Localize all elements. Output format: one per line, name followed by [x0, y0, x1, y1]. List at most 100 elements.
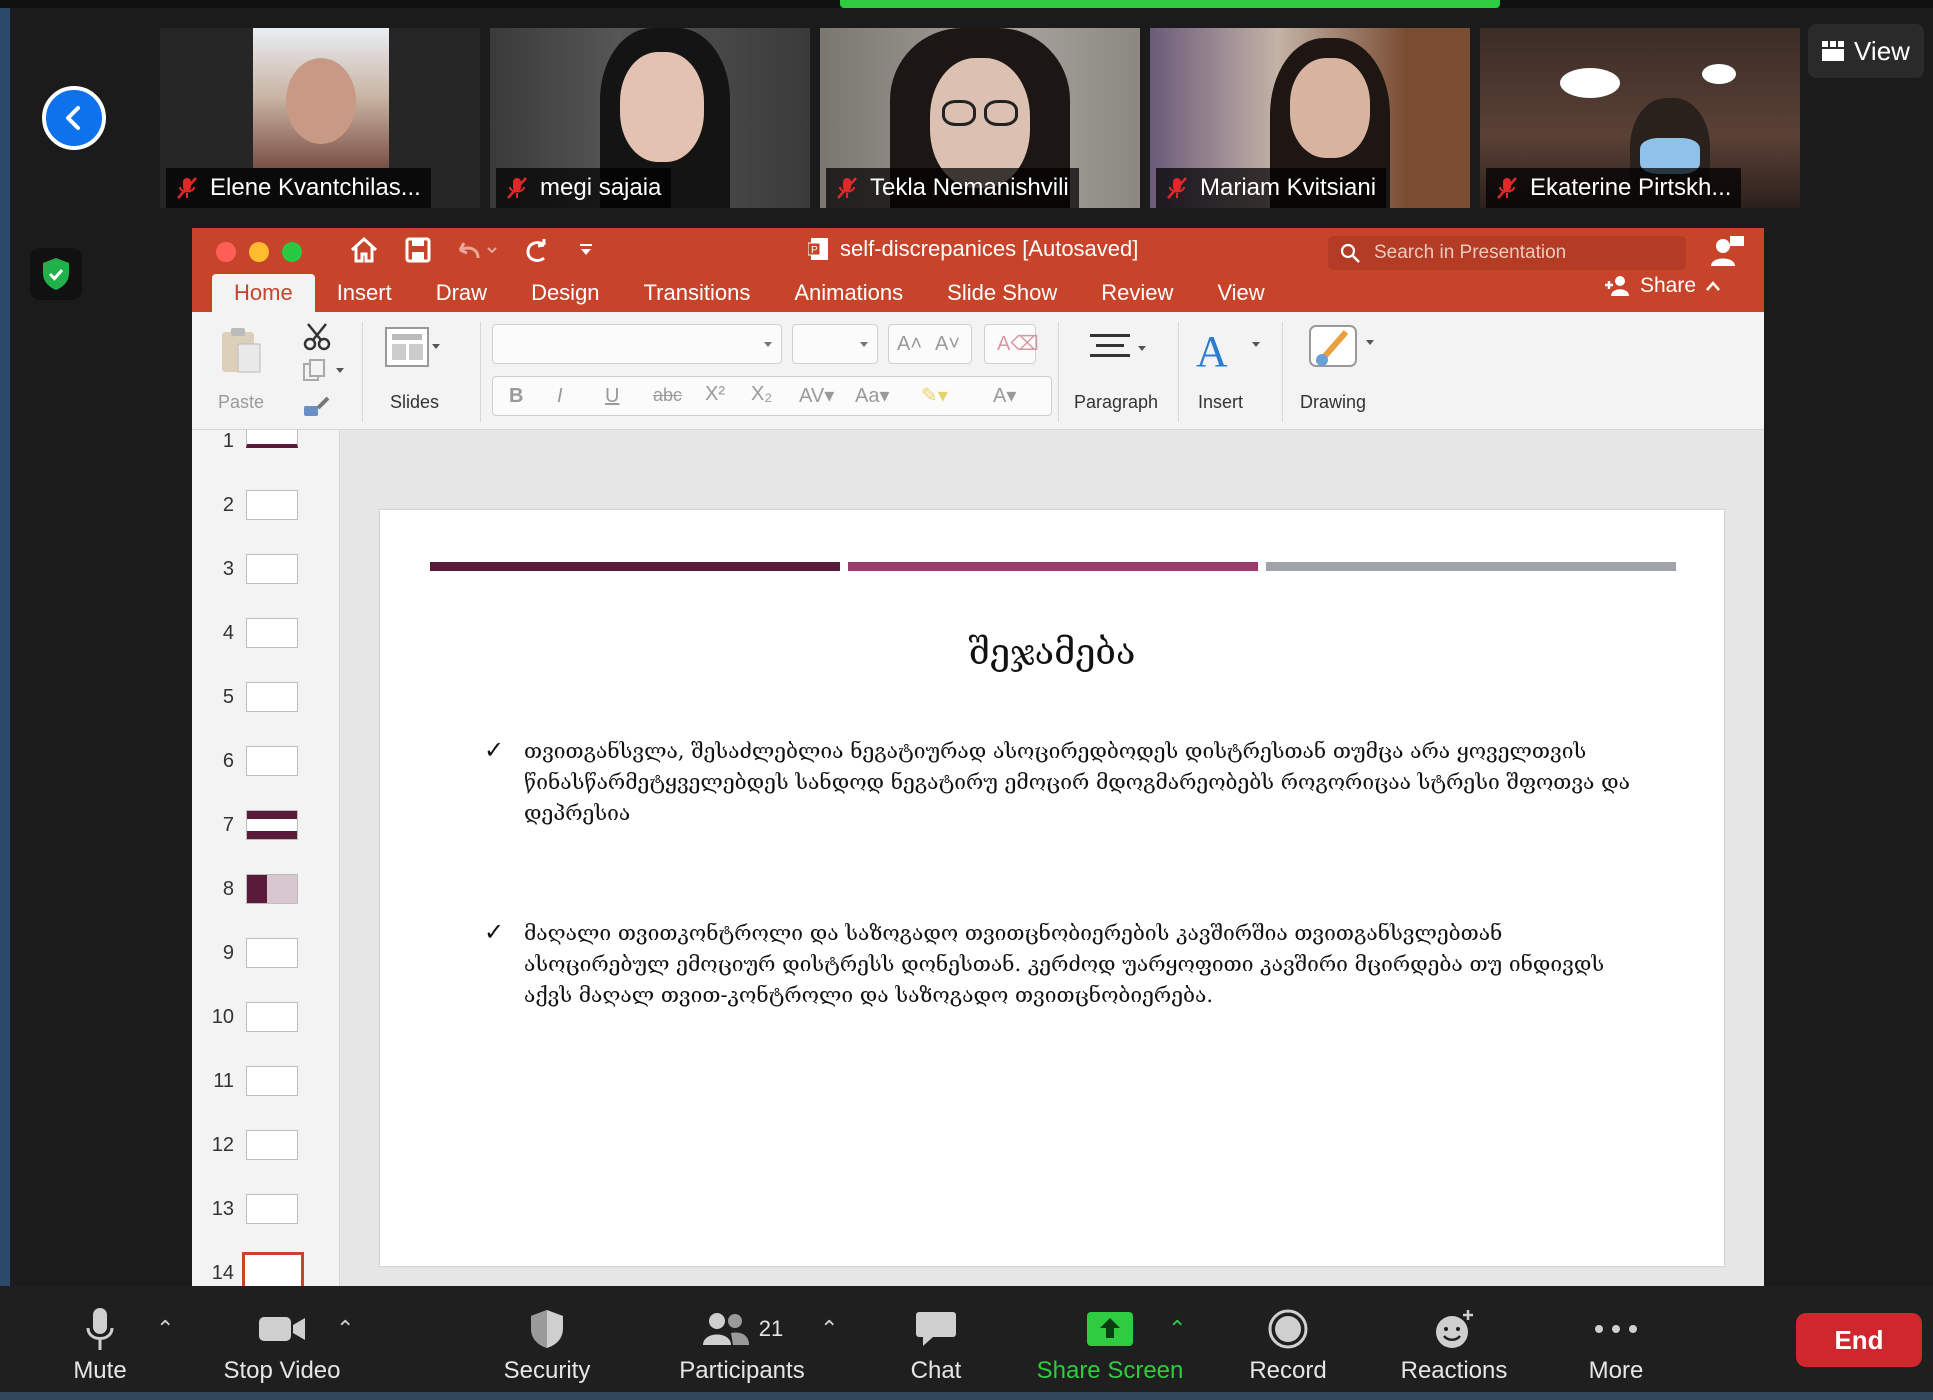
tab-design[interactable]: Design	[509, 274, 621, 312]
chevron-up-icon[interactable]	[1704, 280, 1722, 292]
more-dots-icon	[1595, 1325, 1637, 1333]
slide-canvas[interactable]: შეჯამება ✓ თვითგანსვლა, შესაძლებლია ნეგა…	[340, 430, 1764, 1286]
paragraph-button[interactable]: Paragraph	[1068, 322, 1168, 422]
chevron-left-icon	[66, 106, 80, 130]
slide-thumbnail[interactable]: 8	[192, 866, 339, 926]
slide-thumbnail[interactable]: 9	[192, 930, 339, 990]
slide-thumbnail-selected[interactable]: 14	[192, 1250, 339, 1286]
share-screen-button[interactable]: Share Screen	[1030, 1286, 1190, 1400]
slide-thumbnail[interactable]: 13	[192, 1186, 339, 1246]
slide-thumbnail[interactable]: 6	[192, 738, 339, 798]
clear-formatting-button[interactable]: A⌫	[984, 324, 1039, 364]
participant-tile[interactable]: Ekaterine Pirtskh...	[1480, 28, 1800, 208]
participant-tile[interactable]: megi sajaia	[490, 28, 810, 208]
slide-thumbnail[interactable]: 4	[192, 610, 339, 670]
tab-slide-show[interactable]: Slide Show	[925, 274, 1079, 312]
customize-toolbar-icon[interactable]	[578, 242, 594, 258]
share-button[interactable]: Share	[1604, 274, 1722, 298]
maximize-window-button[interactable]	[282, 242, 302, 262]
slide-title[interactable]: შეჯამება	[380, 632, 1724, 673]
tab-home[interactable]: Home	[212, 274, 315, 312]
subscript-icon[interactable]: X₂	[751, 383, 772, 406]
copy-icon[interactable]	[302, 358, 346, 384]
slide-thumbnail[interactable]: 12	[192, 1122, 339, 1182]
slides-button[interactable]: Slides	[384, 322, 464, 422]
mute-options-caret[interactable]: ⌃	[156, 1316, 174, 1342]
increase-font-icon[interactable]: A˄	[897, 333, 922, 356]
superscript-icon[interactable]: X²	[705, 383, 725, 406]
font-color-icon[interactable]: A▾	[993, 383, 1016, 408]
share-screen-icon	[1087, 1312, 1133, 1346]
slide-thumbnail[interactable]: 7	[192, 802, 339, 862]
font-name-dropdown[interactable]	[492, 324, 782, 364]
sharing-indicator-bar	[840, 0, 1500, 8]
tab-review[interactable]: Review	[1079, 274, 1195, 312]
decrease-font-icon[interactable]: A˅	[935, 333, 960, 356]
chat-button[interactable]: Chat	[896, 1286, 976, 1400]
tab-view[interactable]: View	[1195, 274, 1286, 312]
strikethrough-icon[interactable]: abc	[653, 385, 682, 406]
stop-video-button[interactable]: Stop Video	[212, 1286, 352, 1400]
back-button[interactable]	[42, 86, 106, 150]
emoji-reaction-icon	[1436, 1310, 1473, 1348]
character-spacing-icon[interactable]: AV▾	[799, 383, 834, 408]
encryption-shield-button[interactable]	[30, 248, 82, 300]
participant-tile[interactable]: Elene Kvantchilas...	[160, 28, 480, 208]
home-icon[interactable]	[348, 234, 380, 266]
tab-draw[interactable]: Draw	[414, 274, 509, 312]
slide-bullet[interactable]: ✓ თვითგანსვლა, შესაძლებლია ნეგატიურად ას…	[484, 736, 1654, 829]
redo-icon[interactable]	[522, 236, 552, 266]
ribbon-separator	[1282, 322, 1283, 422]
clipboard-icon	[222, 328, 261, 373]
slide-thumbnail[interactable]: 1	[192, 430, 339, 478]
participants-button[interactable]: 21 Participants	[672, 1286, 812, 1400]
tab-insert[interactable]: Insert	[315, 274, 414, 312]
search-in-presentation-field[interactable]: Search in Presentation	[1328, 236, 1686, 270]
account-share-icon[interactable]	[1710, 234, 1746, 270]
thumbnail-image	[246, 810, 298, 840]
font-size-dropdown[interactable]	[792, 324, 878, 364]
video-options-caret[interactable]: ⌃	[336, 1316, 354, 1342]
save-icon[interactable]	[404, 236, 432, 264]
more-button[interactable]: More	[1578, 1286, 1654, 1400]
close-window-button[interactable]	[216, 242, 236, 262]
end-meeting-button[interactable]: End	[1796, 1313, 1922, 1367]
slide-bullet[interactable]: ✓ მაღალი თვითკონტროლი და საზოგადო თვითცნ…	[484, 918, 1654, 1011]
slide-thumbnail[interactable]: 2	[192, 482, 339, 542]
change-case-icon[interactable]: Aa▾	[855, 383, 890, 408]
security-button[interactable]: Security	[494, 1286, 600, 1400]
drawing-button[interactable]: Drawing	[1298, 322, 1388, 422]
undo-icon[interactable]	[454, 238, 500, 264]
minimize-window-button[interactable]	[249, 242, 269, 262]
italic-icon[interactable]: I	[557, 385, 563, 408]
tab-animations[interactable]: Animations	[772, 274, 925, 312]
paste-button[interactable]: Paste	[206, 322, 276, 422]
share-options-caret[interactable]: ⌃	[1168, 1316, 1186, 1342]
view-button[interactable]: View	[1808, 24, 1924, 78]
cut-icon[interactable]	[302, 322, 332, 352]
format-painter-icon[interactable]	[302, 392, 332, 422]
underline-icon[interactable]: U	[605, 385, 619, 408]
meeting-controls-toolbar: Mute ⌃ Stop Video ⌃ Security 21 Particip…	[0, 1286, 1933, 1400]
record-button[interactable]: Record	[1244, 1286, 1332, 1400]
participants-options-caret[interactable]: ⌃	[820, 1316, 838, 1342]
slide-accent-bar	[1266, 562, 1676, 571]
bold-icon[interactable]: B	[509, 385, 523, 408]
highlight-icon[interactable]: ✎▾	[921, 383, 948, 408]
slide-thumbnail[interactable]: 3	[192, 546, 339, 606]
slide-thumbnail[interactable]: 10	[192, 994, 339, 1054]
slide-thumbnail[interactable]: 11	[192, 1058, 339, 1118]
font-size-adjust-buttons[interactable]: A˄ A˅	[888, 324, 972, 364]
slide-thumbnail-panel[interactable]: 1 2 3 4 5 6 7 8 9 10 11 12 13 14	[192, 430, 340, 1286]
slide-thumbnail[interactable]: 5	[192, 674, 339, 734]
ribbon-tabs: Home Insert Draw Design Transitions Anim…	[212, 274, 1287, 312]
reactions-button[interactable]: Reactions	[1394, 1286, 1514, 1400]
participant-tile[interactable]: Tekla Nemanishvili	[820, 28, 1140, 208]
insert-button[interactable]: A Insert	[1188, 322, 1268, 422]
tab-transitions[interactable]: Transitions	[622, 274, 773, 312]
participant-tile[interactable]: Mariam Kvitsiani	[1150, 28, 1470, 208]
thumbnail-image	[246, 490, 298, 520]
slide[interactable]: შეჯამება ✓ თვითგანსვლა, შესაძლებლია ნეგა…	[380, 510, 1724, 1266]
paragraph-align-icon	[1090, 334, 1146, 357]
mute-button[interactable]: Mute	[64, 1286, 136, 1400]
